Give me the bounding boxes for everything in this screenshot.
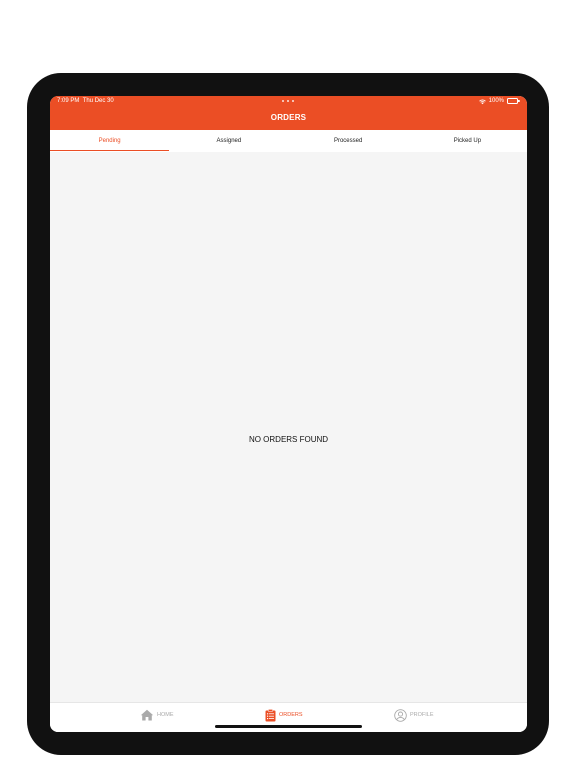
tab-bar-orders-label: ORDERS [279,712,303,718]
status-time: 7:09 PM Thu Dec 30 [57,96,114,106]
multitasking-dots-icon[interactable] [282,100,294,102]
page-title: ORDERS [270,113,307,122]
tab-assigned[interactable]: Assigned [169,130,288,152]
status-date-value: Thu Dec 30 [82,98,114,104]
app-screen: 7:09 PM Thu Dec 30 100% ORDERS Pending A… [50,96,527,732]
wifi-icon [478,99,486,104]
status-bar: 7:09 PM Thu Dec 30 100% [50,96,527,106]
home-icon [140,709,154,721]
home-indicator[interactable] [215,725,362,728]
tab-picked-up[interactable]: Picked Up [408,130,527,152]
battery-percentage: 100% [488,98,504,104]
battery-icon [507,98,520,104]
tab-pending[interactable]: Pending [50,130,170,152]
status-time-value: 7:09 PM [57,98,80,104]
tab-bar-home-label: HOME [157,712,174,718]
clipboard-list-icon [265,708,276,721]
orders-list-area[interactable]: NO ORDERS FOUND [50,152,527,702]
order-status-tabs: Pending Assigned Processed Picked Up [50,130,527,152]
tab-bar-profile[interactable]: PROFILE [394,708,434,722]
status-indicators: 100% [478,96,520,106]
user-circle-icon [394,708,407,722]
tab-bar-home[interactable]: HOME [140,708,174,722]
tab-bar-profile-label: PROFILE [410,712,434,718]
empty-state-message: NO ORDERS FOUND [248,435,329,444]
tab-bar-orders[interactable]: ORDERS [265,708,303,722]
tab-processed[interactable]: Processed [289,130,408,152]
app-header: 7:09 PM Thu Dec 30 100% ORDERS [50,96,527,130]
